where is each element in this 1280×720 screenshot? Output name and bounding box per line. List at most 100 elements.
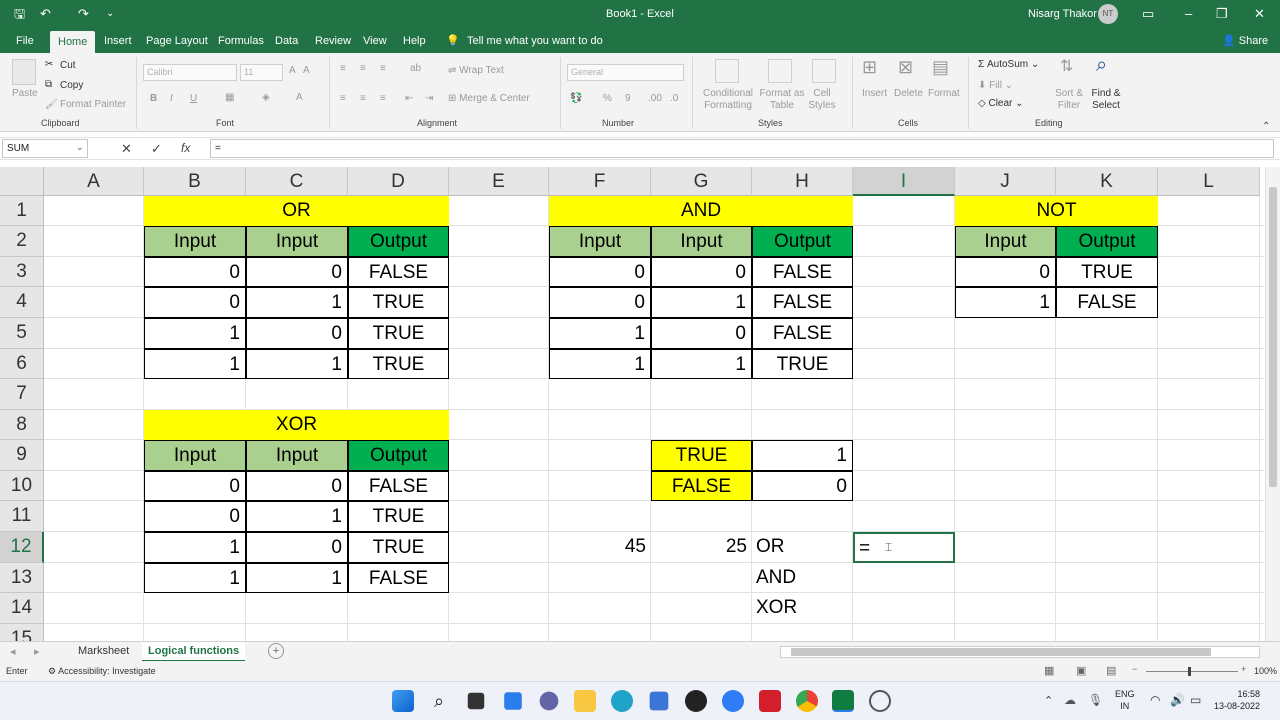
or_table-cell[interactable]: TRUE [348,349,449,379]
fill-color-icon[interactable]: ◈ [262,92,270,104]
and_table-cell[interactable]: 0 [651,318,752,349]
xor_table-header[interactable]: Output [348,440,449,471]
paste-button[interactable]: Paste [12,88,38,100]
cell-h13[interactable]: AND [752,563,853,593]
comma-icon[interactable]: 9 [625,93,631,105]
mcafee-icon[interactable] [759,690,781,712]
row-header-10[interactable]: 10 [0,471,44,501]
xor_table-cell[interactable]: 1 [144,563,246,593]
column-header-e[interactable]: E [449,167,549,196]
tab-data[interactable]: Data [275,34,298,48]
or_table-cell[interactable]: 1 [144,349,246,379]
increase-decimal-icon[interactable]: .00 [648,93,662,105]
bold-icon[interactable]: B [150,93,157,105]
zoom-in-icon[interactable]: + [1241,664,1246,674]
align-center-icon[interactable]: ≡ [360,93,366,105]
row-header-4[interactable]: 4 [0,287,44,318]
align-right-icon[interactable]: ≡ [380,93,386,105]
xor_table-cell[interactable]: 0 [246,471,348,501]
not_table-header[interactable]: Output [1056,226,1158,257]
decrease-indent-icon[interactable]: ⇤ [405,93,413,105]
xor_table-header[interactable]: Input [144,440,246,471]
row-header-2[interactable]: 2 [0,226,44,257]
column-header-j[interactable]: J [955,167,1056,196]
cell-f12[interactable]: 45 [549,532,651,563]
font-size-select[interactable]: 11 [240,64,283,81]
xor_table-cell[interactable]: TRUE [348,532,449,563]
format-as-table-button[interactable]: Format as Table [758,88,806,112]
or_table-header[interactable]: Input [144,226,246,257]
insert-button[interactable]: Insert [862,88,887,100]
align-top-icon[interactable]: ≡ [340,63,346,75]
file-explorer-icon[interactable] [574,690,596,712]
customize-qat-icon[interactable]: ⌄ [106,6,114,22]
and_table-cell[interactable]: 1 [651,287,752,318]
or_table-cell[interactable]: 0 [246,257,348,287]
xor_table-cell[interactable]: 1 [246,501,348,532]
xor_table-cell[interactable]: 1 [144,532,246,563]
and_table-cell[interactable]: TRUE [752,349,853,379]
or_table-cell[interactable]: 1 [246,287,348,318]
zoom-slider-thumb[interactable] [1188,667,1191,676]
orientation-icon[interactable]: ab [410,63,421,75]
tab-help[interactable]: Help [403,34,426,48]
next-sheet-icon[interactable]: ▸ [34,645,40,658]
grow-font-icon[interactable]: A [289,65,296,77]
column-header-a[interactable]: A [44,167,144,196]
not_table-title[interactable]: NOT [955,196,1158,226]
zoom-level[interactable]: 100% [1254,666,1277,676]
underline-icon[interactable]: U [190,93,197,105]
start-icon[interactable] [392,690,414,712]
or_table-cell[interactable]: 1 [144,318,246,349]
bool-value-cell[interactable]: 0 [752,471,853,501]
row-header-15[interactable]: 15 [0,624,44,641]
xor_table-cell[interactable]: 0 [246,532,348,563]
column-header-d[interactable]: D [348,167,449,196]
cell-styles-button[interactable]: Cell Styles [806,88,838,112]
or_table-cell[interactable]: 0 [144,257,246,287]
minimize-icon[interactable]: – [1185,6,1192,22]
row-header-5[interactable]: 5 [0,318,44,349]
row-header-6[interactable]: 6 [0,349,44,379]
insert-function-icon[interactable]: fx [181,141,190,155]
and_table-header[interactable]: Input [651,226,752,257]
tab-view[interactable]: View [363,34,387,48]
edge-icon[interactable] [611,690,633,712]
column-header-l[interactable]: L [1158,167,1260,196]
column-header-c[interactable]: C [246,167,348,196]
align-left-icon[interactable]: ≡ [340,93,346,105]
not_table-cell[interactable]: FALSE [1056,287,1158,318]
and_table-cell[interactable]: 0 [549,257,651,287]
autosum-button[interactable]: Σ AutoSum ⌄ [978,59,1039,71]
and_table-cell[interactable]: 1 [651,349,752,379]
font-name-select[interactable]: Calibri [143,64,237,81]
select-all-corner[interactable] [0,167,44,196]
xor_table-title[interactable]: XOR [144,410,449,440]
autosave-icon[interactable]: 🖫 [14,6,25,22]
or_table-cell[interactable]: FALSE [348,257,449,287]
cancel-icon[interactable]: ✕ [121,141,132,157]
normal-view-icon[interactable]: ▦ [1044,664,1054,677]
search-icon[interactable]: ⌕ [428,690,450,712]
row-header-11[interactable]: 11 [0,501,44,532]
or_table-cell[interactable]: TRUE [348,287,449,318]
not_table-header[interactable]: Input [955,226,1056,257]
task-view-icon[interactable] [467,692,485,710]
tray-chevron-icon[interactable]: ⌃ [1044,694,1053,707]
fill-button[interactable]: ⬇ Fill ⌄ [978,80,1013,92]
and_table-cell[interactable]: FALSE [752,257,853,287]
align-middle-icon[interactable]: ≡ [360,63,366,75]
row-header-12[interactable]: 12 [0,532,44,563]
active-cell-i12[interactable]: = ⌶ [853,532,955,563]
row-header-14[interactable]: 14 [0,593,44,624]
not_table-cell[interactable]: 1 [955,287,1056,318]
borders-icon[interactable]: ▦ [225,92,234,104]
format-button[interactable]: Format [928,88,960,100]
and_table-cell[interactable]: 1 [549,318,651,349]
xor_table-cell[interactable]: FALSE [348,563,449,593]
avatar[interactable]: NT [1098,4,1118,24]
zoom-slider[interactable] [1146,671,1238,672]
or_table-cell[interactable]: 1 [246,349,348,379]
redo-icon[interactable]: ↷ [78,6,89,22]
or_table-title[interactable]: OR [144,196,449,226]
